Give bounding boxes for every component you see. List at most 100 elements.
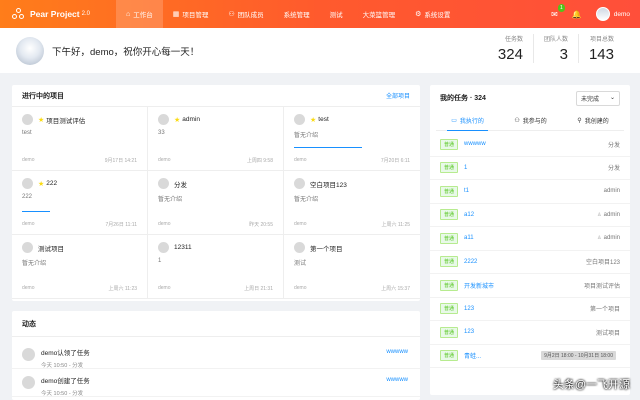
activity-task-link[interactable]: wwwww [386, 349, 408, 355]
app-logo[interactable]: Pear Project 2.0 [12, 7, 116, 21]
project-card[interactable]: 第一个项目 测试 demo 上周六 15:37 [284, 235, 420, 299]
activity-task-link[interactable]: wwwww [386, 377, 408, 383]
tab-executing[interactable]: ▭ 我执行的 [447, 111, 488, 131]
star-icon[interactable]: ★ [174, 116, 180, 124]
stat-label: 团队人数 [543, 37, 568, 43]
tab-participating[interactable]: ⚇ 我参与的 [510, 111, 550, 131]
project-description: 暂无介绍 [294, 133, 319, 139]
project-name[interactable]: 第一个项目 [310, 243, 343, 253]
project-avatar [22, 178, 33, 189]
app-version: 2.0 [81, 11, 90, 17]
project-avatar [22, 114, 33, 125]
tab-created[interactable]: ⚲ 我创建的 [573, 111, 612, 131]
tab-label: 我创建的 [584, 119, 609, 125]
project-name[interactable]: test [318, 116, 328, 123]
nav-item-3[interactable]: 系统管理 [274, 0, 320, 28]
project-header: 第一个项目 [294, 242, 410, 253]
project-name[interactable]: 222 [46, 180, 57, 187]
stat-value: 324 [497, 46, 523, 63]
project-header: 12311 [158, 242, 273, 253]
project-description: 测试 [294, 261, 307, 267]
task-name[interactable]: 123 [464, 329, 596, 335]
project-time: 上周日 21:31 [244, 286, 273, 292]
project-card[interactable]: ★ 222 222 demo 7月26日 11:11 [12, 171, 148, 235]
priority-tag: 普通 [440, 232, 459, 244]
nav-item-4[interactable]: 测试 [320, 0, 353, 28]
star-icon[interactable]: ★ [38, 116, 44, 124]
table-row[interactable]: 普通 1 分发 [430, 157, 630, 180]
table-row[interactable]: 普通 开发新城市 项目测试评估 [430, 274, 630, 298]
priority-tag: 普通 [440, 138, 459, 150]
project-card[interactable]: ★ 项目测试评估 test demo 9月17日 14:21 [12, 107, 148, 171]
task-name[interactable]: 开发新城市 [464, 281, 584, 290]
project-footer: demo 7月20日 6:11 [294, 157, 410, 164]
status-filter-select[interactable]: 未完成 ⌄ [576, 90, 620, 106]
task-project: 分发 [607, 142, 620, 149]
nav-item-6[interactable]: ⚙ 系统设置 [405, 0, 460, 28]
grid-icon: ▦ [172, 11, 180, 18]
table-row[interactable]: 普通 a12 ♙ admin [430, 204, 630, 227]
project-name[interactable]: 分发 [174, 179, 187, 189]
table-row[interactable]: 普通 t1 admin [430, 180, 630, 204]
project-owner: demo [22, 285, 35, 291]
table-row[interactable]: 普通 a11 ♙ admin [430, 227, 630, 251]
activity-title: 动态 [22, 320, 36, 328]
project-header: ★ test [294, 114, 410, 125]
table-row[interactable]: 普通 wwwww 分发 [430, 133, 630, 157]
welcome-header: 下午好，demo，祝你开心每一天！ 任务数 324 团队人数 3 项目总数 14… [0, 28, 640, 73]
table-row[interactable]: 普通 123 测试项目 [430, 321, 630, 345]
nav-item-2[interactable]: ⚇ 团队成员 [218, 0, 273, 28]
star-icon[interactable]: ★ [310, 116, 316, 124]
nav-item-label: 系统设置 [424, 12, 451, 19]
task-name[interactable]: 123 [464, 306, 590, 312]
project-owner: demo [158, 221, 171, 227]
task-name[interactable]: 2222 [464, 259, 586, 265]
app-name: Pear Project [30, 9, 80, 19]
nav-item-label: 团队成员 [237, 12, 264, 19]
project-card[interactable]: ★ test 暂无介绍 demo 7月20日 6:11 [284, 107, 420, 171]
project-name[interactable]: 12311 [174, 244, 192, 251]
table-row[interactable]: 普通 123 第一个项目 [430, 298, 630, 321]
project-name[interactable]: admin [182, 116, 200, 123]
project-name[interactable]: 项目测试评估 [46, 115, 85, 125]
table-row[interactable]: 普通 2222 空白项目123 [430, 251, 630, 274]
project-name[interactable]: 空白项目123 [310, 179, 347, 189]
stat-tasks: 任务数 324 [488, 34, 533, 63]
all-projects-link[interactable]: 全部项目 [386, 91, 410, 100]
priority-tag: 普通 [440, 350, 459, 362]
project-card[interactable]: 分发 暂无介绍 demo 昨天 20:55 [148, 171, 284, 235]
user-avatar[interactable] [595, 7, 610, 21]
user-icon: ♙ [597, 211, 602, 218]
task-name[interactable]: 青蛙... [464, 351, 541, 360]
nav-item-label: 大菜篮管理 [362, 12, 396, 19]
stat-value: 143 [588, 46, 614, 63]
project-card[interactable]: ★ admin 33 demo 上周四 9:58 [148, 107, 284, 171]
task-date: 9月2日 18:00 - 10月31日 18:00 [541, 351, 616, 361]
nav-item-5[interactable]: 大菜篮管理 [353, 0, 406, 28]
project-avatar [294, 242, 305, 253]
project-card[interactable]: 12311 1 demo 上周日 21:31 [148, 235, 284, 299]
list-item: demo创建了任务 今天 10:50 - 分发 wwwww [12, 369, 420, 397]
task-name[interactable]: t1 [464, 188, 604, 194]
task-project: 分发 [607, 166, 620, 173]
project-footer: demo 上周六 11:25 [294, 221, 410, 228]
task-name[interactable]: 1 [464, 165, 608, 171]
project-name[interactable]: 测试项目 [38, 243, 64, 253]
task-name[interactable]: a12 [464, 212, 597, 218]
project-owner: demo [22, 221, 35, 227]
nav-item-1[interactable]: ▦ 项目管理 [163, 0, 219, 28]
table-row[interactable]: 普通 青蛙... 9月2日 18:00 - 10月31日 18:00 [430, 345, 630, 368]
message-icon[interactable]: ✉ 1 [551, 3, 565, 19]
priority-tag: 普通 [440, 185, 459, 197]
username[interactable]: demo [614, 11, 630, 18]
tab-icon: ⚇ [514, 118, 520, 124]
project-card[interactable]: 测试项目 暂无介绍 demo 上周六 11:23 [12, 235, 148, 299]
star-icon[interactable]: ★ [38, 180, 44, 188]
project-card[interactable]: 空白项目123 暂无介绍 demo 上周六 11:25 [284, 171, 420, 235]
stat-value: 3 [559, 46, 568, 63]
task-project: 测试项目 [595, 330, 620, 337]
bell-icon[interactable]: 🔔 [572, 10, 582, 19]
task-name[interactable]: a11 [464, 235, 597, 241]
nav-item-0[interactable]: ⌂ 工作台 [116, 0, 163, 28]
task-name[interactable]: wwwww [464, 141, 608, 147]
